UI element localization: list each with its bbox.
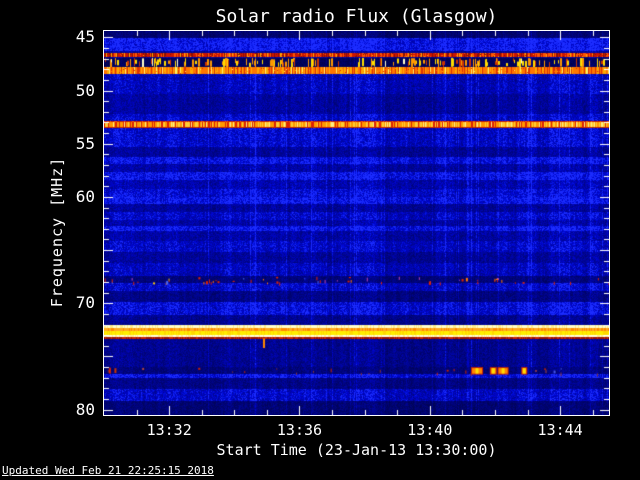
y-tick-label: 55 <box>75 133 95 153</box>
y-tick-label: 50 <box>75 80 95 100</box>
y-axis-title: Frequency [MHz] <box>48 156 66 308</box>
spectrogram-plot <box>103 30 610 416</box>
y-tick-label: 45 <box>75 27 95 47</box>
y-tick-label: 70 <box>75 293 95 313</box>
x-tick-label: 13:36 <box>276 421 323 439</box>
y-tick-label: 80 <box>75 399 95 419</box>
updated-timestamp: Updated Wed Feb 21 22:25:15 2018 <box>2 464 214 477</box>
x-axis-title: Start Time (23-Jan-13 13:30:00) <box>216 441 497 459</box>
y-tick-label: 60 <box>75 186 95 206</box>
x-tick-label: 13:44 <box>537 421 583 439</box>
x-tick-label: 13:32 <box>146 421 192 439</box>
spectrogram-canvas <box>104 31 609 415</box>
x-tick-label: 13:40 <box>407 421 453 439</box>
spectrogram-page: Solar radio Flux (Glasgow) Frequency [MH… <box>0 0 640 480</box>
chart-title: Solar radio Flux (Glasgow) <box>215 6 498 27</box>
